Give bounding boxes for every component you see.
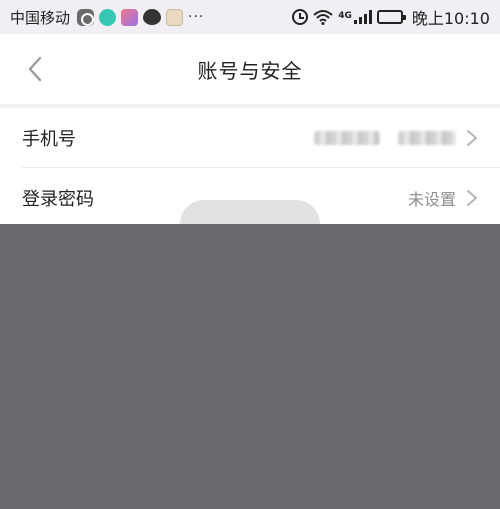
clock: 晚上10:10 — [411, 9, 490, 28]
photo-app-icon — [121, 8, 139, 26]
more-notifications-icon: ··· — [188, 9, 205, 25]
phone-number-row[interactable]: 手机号 — [0, 108, 500, 168]
dim-overlay — [0, 224, 500, 509]
notification-icon — [166, 8, 184, 26]
message-icon — [143, 9, 162, 25]
row-label: 登录密码 — [22, 189, 94, 210]
carrier-label: 中国移动 — [10, 8, 71, 27]
password-status-label: 未设置 — [407, 190, 456, 209]
chat-app-icon — [99, 8, 117, 26]
alarm-icon — [292, 9, 309, 25]
page-title: 账号与安全 — [197, 58, 303, 83]
status-bar: 中国移动 ··· 4G 晚上10:10 — [0, 0, 500, 34]
chevron-right-icon — [467, 190, 477, 206]
network-type-label: 4G — [338, 11, 352, 21]
masked-phone-number — [314, 131, 456, 145]
row-value: 未设置 — [408, 186, 478, 210]
back-button[interactable] — [18, 52, 52, 86]
chevron-left-icon — [28, 56, 42, 82]
status-bar-left: 中国移动 ··· — [10, 7, 204, 28]
battery-icon — [376, 10, 406, 24]
app-icon — [77, 8, 95, 26]
signal-icon — [353, 10, 372, 24]
chevron-right-icon — [467, 130, 477, 146]
row-label: 手机号 — [22, 129, 76, 150]
wifi-icon — [313, 10, 333, 25]
row-value — [314, 129, 478, 147]
nav-bar: 账号与安全 — [0, 34, 500, 104]
status-bar-right: 4G 晚上10:10 — [292, 5, 490, 29]
